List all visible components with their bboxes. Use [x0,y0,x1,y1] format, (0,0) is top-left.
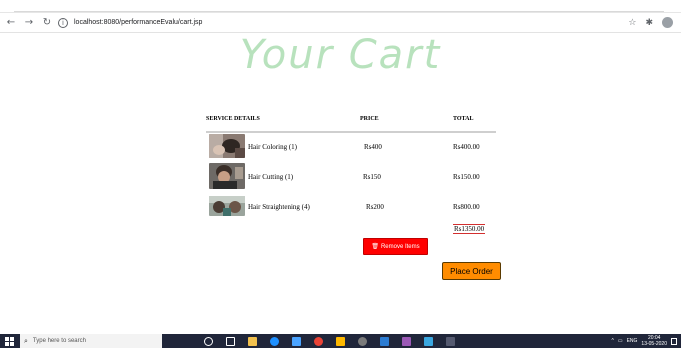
taskbar-search-box[interactable]: ⌕ Type here to search [20,334,162,348]
cart-row-hair-coloring: Hair Coloring (1) Rs400 Rs400.00 [206,134,506,158]
page-title: Your Cart [239,32,442,78]
hair-coloring-image [209,134,245,158]
edge-icon[interactable] [270,336,279,346]
language-indicator[interactable]: ENG [627,338,638,344]
file-explorer-icon[interactable] [248,336,257,346]
app-icon[interactable] [402,336,411,346]
item-name: Hair Cutting (1) [248,173,294,181]
chrome-icon[interactable] [314,336,323,346]
search-icon: ⌕ [24,336,28,345]
battery-icon[interactable]: ▭ [618,338,623,344]
windows-start-icon[interactable] [2,334,16,348]
item-price: Rs200 [366,203,384,211]
settings-icon[interactable] [358,336,367,346]
address-url[interactable]: localhost:8080/performanceEvalu/cart.jsp [74,19,202,26]
header-total: TOTAL [453,116,474,122]
task-view-icon[interactable] [226,336,235,346]
word-icon[interactable] [380,336,389,346]
browser-tab-strip [0,0,681,13]
item-price: Rs400 [364,143,382,151]
item-total: Rs400.00 [453,143,480,151]
app-icon-2[interactable] [424,336,433,346]
remove-items-button[interactable]: 🗑 Remove Items [363,238,428,255]
star-icon[interactable]: ☆ [628,18,636,28]
cart-row-hair-straightening: Hair Straightening (4) Rs200 Rs800.00 [206,194,506,218]
windows-taskbar: ⌕ Type here to search ^ ▭ ENG 20:04 13-0… [0,334,681,348]
back-arrow-icon[interactable]: ← [4,16,18,30]
mail-icon[interactable] [292,336,301,346]
remove-items-label: Remove Items [380,243,420,250]
item-price: Rs150 [363,173,381,181]
system-tray: ^ ▭ ENG 20:04 13-05-2020 [611,335,677,347]
trash-icon: 🗑 [371,244,379,250]
item-total: Rs150.00 [453,173,480,181]
info-icon[interactable]: i [58,17,68,28]
header-service-details: SERVICE DETAILS [206,116,260,122]
place-order-button[interactable]: Place Order [442,262,501,280]
clock-date: 13-05-2020 [641,341,667,347]
cortana-icon[interactable] [204,336,213,346]
taskbar-search-placeholder[interactable]: Type here to search [33,338,86,344]
store-icon[interactable] [336,336,345,346]
item-total: Rs800.00 [453,203,480,211]
item-name: Hair Coloring (1) [248,143,297,151]
notification-icon[interactable] [671,337,677,345]
forward-arrow-icon[interactable]: → [22,16,36,30]
cart-row-hair-cutting: Hair Cutting (1) Rs150 Rs150.00 [206,163,506,189]
taskbar-clock[interactable]: 20:04 13-05-2020 [641,335,667,347]
app-icon-3[interactable] [446,336,455,346]
chevron-up-icon[interactable]: ^ [611,338,613,344]
toolbar-actions: ☆ ✱ [628,17,673,28]
hair-straightening-image [209,196,245,216]
item-name: Hair Straightening (4) [248,203,310,211]
puzzle-icon[interactable]: ✱ [645,18,653,28]
reload-icon[interactable]: ↻ [40,16,54,30]
tab-strip-divider [14,11,664,12]
taskbar-apps [204,336,455,346]
header-price: PRICE [360,116,379,122]
header-divider [206,131,496,133]
profile-avatar-icon[interactable] [662,17,673,28]
grand-total: Rs1350.00 [453,224,486,234]
address-bar[interactable]: i localhost:8080/performanceEvalu/cart.j… [58,15,202,31]
hair-cutting-image [209,163,245,189]
browser-toolbar: ← → ↻ i localhost:8080/performanceEvalu/… [0,13,681,33]
